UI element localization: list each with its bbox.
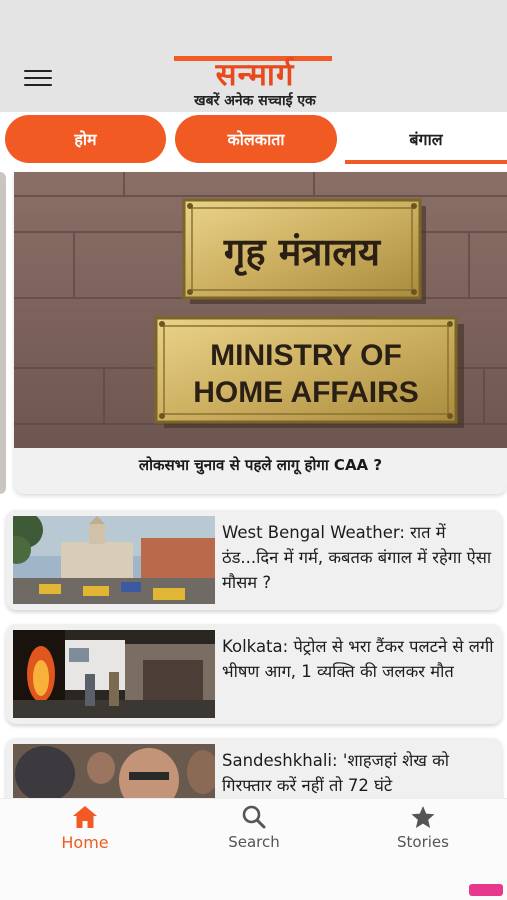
nav-search[interactable]: Search [189,805,319,851]
hamburger-menu-icon[interactable] [24,70,52,90]
news-headline: West Bengal Weather: रात में ठंड...दिन म… [222,523,492,592]
featured-story-title: लोकसभा चुनाव से पहले लागू होगा CAA ? [138,456,383,474]
nav-search-label: Search [228,833,280,851]
logo-tagline: खबरें अनेक सच्चाई एक [194,93,316,109]
watermark-badge [469,884,503,896]
nav-home-label: Home [61,833,109,852]
news-thumbnail-weather [13,516,215,604]
sign-hindi-text: गृह मंत्रालय [223,230,382,276]
category-tabs: होम कोलकाता बंगाल [0,112,507,168]
news-list-item[interactable]: Kolkata: पेट्रोल से भरा टैंकर पलटने से ल… [6,624,502,724]
active-tab-indicator [345,160,507,164]
bottom-navigation: Home Search Stories [0,798,507,900]
star-icon [411,806,435,828]
previous-carousel-card[interactable] [0,172,6,494]
brand-logo: सन्मार्ग खबरें अनेक सच्चाई एक [170,48,340,110]
nav-home[interactable]: Home [20,805,150,852]
news-headline: Sandeshkhali: 'शाहजहां शेख को गिरफ्तार क… [222,751,450,795]
app-header: सन्मार्ग खबरें अनेक सच्चाई एक [0,0,507,112]
tab-home[interactable]: होम [5,115,166,163]
news-list-item[interactable]: West Bengal Weather: रात में ठंड...दिन म… [6,510,502,610]
home-icon [73,806,97,828]
featured-story-image: गृह मंत्रालय MINISTRY OF HOME AFFAIRS [14,172,507,448]
news-thumbnail-fire [13,630,215,718]
tab-kolkata[interactable]: कोलकाता [175,115,337,163]
logo-title: सन्मार्ग [215,57,295,93]
tab-bengal[interactable]: बंगाल [345,115,507,164]
nav-stories[interactable]: Stories [358,805,488,851]
nav-stories-label: Stories [397,833,449,851]
news-headline: Kolkata: पेट्रोल से भरा टैंकर पलटने से ल… [222,637,494,681]
tab-bengal-label: बंगाल [409,130,443,149]
sign-english-line2: HOME AFFAIRS [193,376,419,409]
sign-english-line1: MINISTRY OF [210,339,402,372]
featured-story-card[interactable]: गृह मंत्रालय MINISTRY OF HOME AFFAIRS लो… [14,172,507,494]
search-icon [242,805,266,829]
